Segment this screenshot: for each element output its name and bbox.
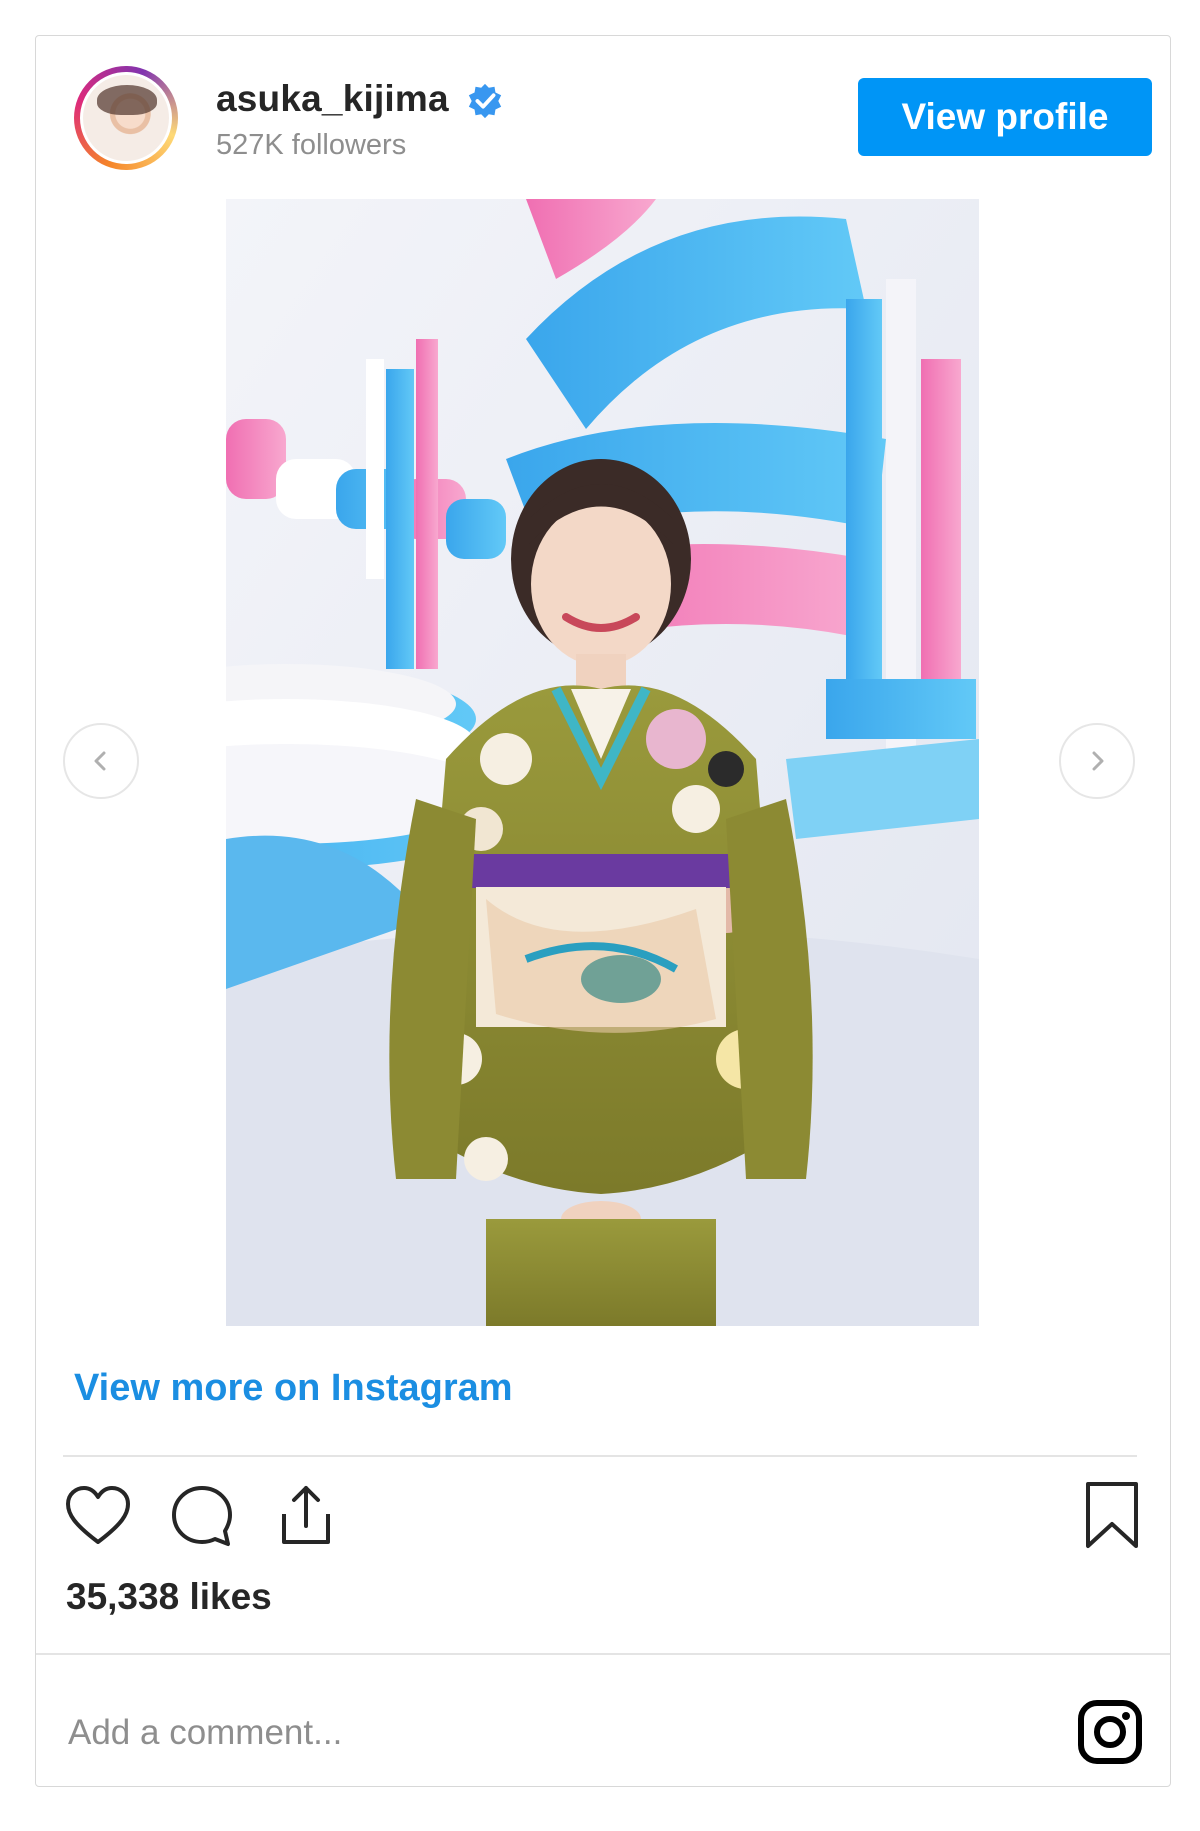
instagram-logo-icon[interactable]: [1076, 1698, 1144, 1766]
carousel-prev-button[interactable]: [63, 723, 139, 799]
action-bar: [36, 1478, 1170, 1558]
share-icon[interactable]: [268, 1478, 344, 1554]
comment-row: [36, 1676, 1170, 1790]
comment-bubble-icon[interactable]: [164, 1478, 240, 1554]
post-header: asuka_kijima 527K followers View profile: [36, 36, 1170, 196]
like-count: 35,338 likes: [66, 1576, 272, 1617]
photo-illustration: [226, 199, 979, 1326]
heart-icon[interactable]: [60, 1478, 136, 1554]
instagram-embed-card: asuka_kijima 527K followers View profile: [35, 35, 1171, 1790]
carousel-next-button[interactable]: [1059, 723, 1135, 799]
view-profile-button[interactable]: View profile: [858, 78, 1152, 156]
divider: [36, 1653, 1170, 1655]
chevron-left-icon: [94, 751, 106, 771]
follower-count: 527K followers: [216, 129, 407, 161]
view-more-on-instagram-link[interactable]: View more on Instagram: [74, 1367, 513, 1410]
profile-avatar[interactable]: [74, 66, 178, 170]
chevron-right-icon: [1092, 751, 1104, 771]
add-comment-input[interactable]: [66, 1676, 970, 1790]
divider: [63, 1455, 1137, 1457]
avatar-image: [80, 72, 172, 164]
username[interactable]: asuka_kijima: [216, 78, 449, 120]
post-photo[interactable]: [226, 199, 979, 1326]
avatar-hair: [97, 85, 157, 115]
bookmark-icon[interactable]: [1074, 1478, 1150, 1554]
verified-badge-icon: [468, 83, 502, 119]
